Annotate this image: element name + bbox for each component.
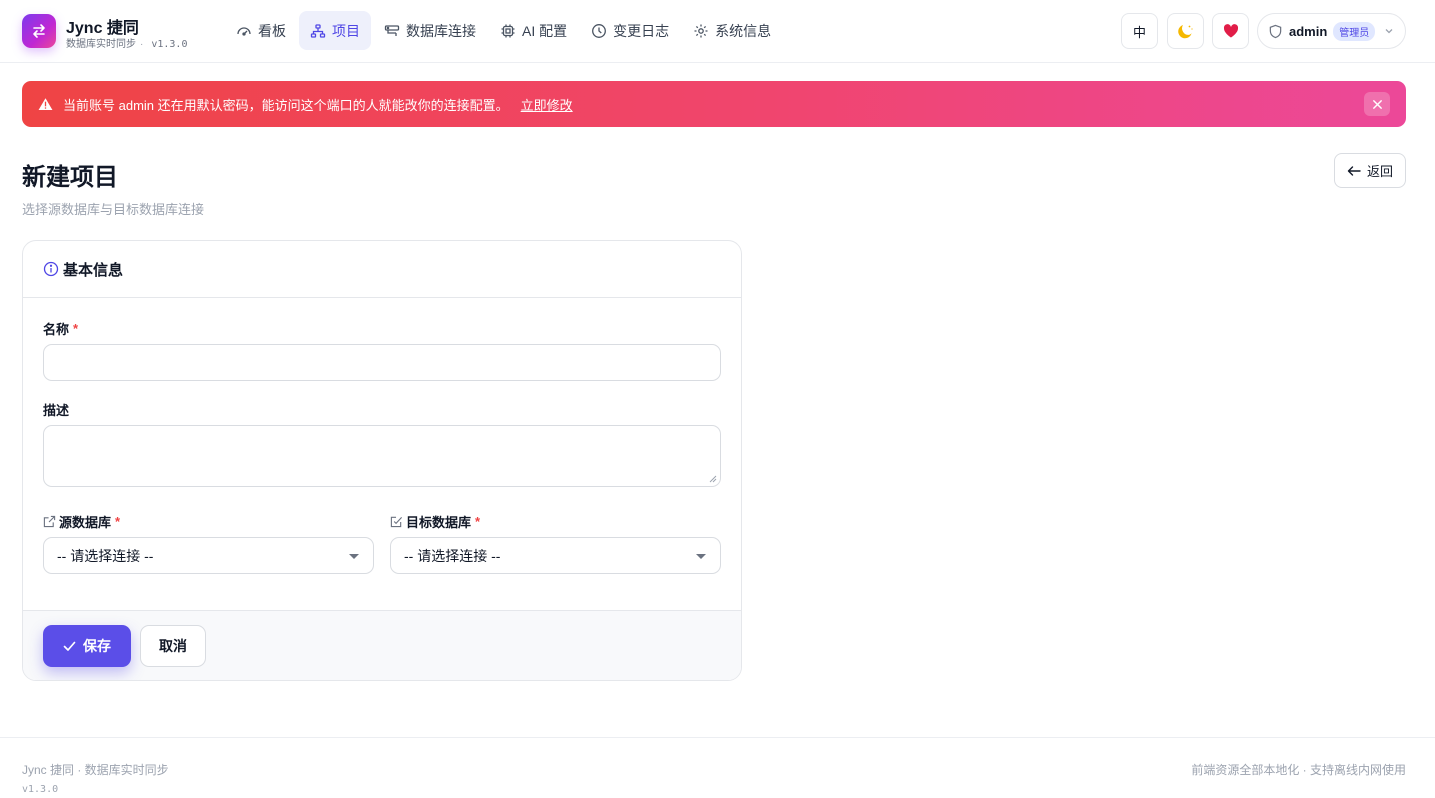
description-textarea[interactable] [43, 425, 721, 487]
page-subtitle: 选择源数据库与目标数据库连接 [22, 202, 205, 217]
swap-arrows-icon [33, 24, 45, 38]
source-label-text: 源数据库 [59, 515, 112, 530]
external-link-icon [43, 515, 56, 528]
nav-label: 数据库连接 [406, 22, 476, 39]
alert-message: 当前账号 admin 还在用默认密码，能访问这个端口的人就能改你的连接配置。 [63, 97, 509, 113]
heart-icon [1223, 24, 1238, 38]
alert-close-button[interactable] [1364, 92, 1390, 116]
nav-label: 看板 [258, 22, 286, 39]
language-label: 中 [1132, 24, 1146, 40]
target-label-text: 目标数据库 [406, 515, 472, 530]
nav-item-db-connections[interactable]: 数据库连接 [373, 11, 487, 50]
warning-icon [38, 98, 53, 110]
caret-down-icon [696, 554, 706, 559]
page-footer: Jync 捷同 · 数据库实时同步 v1.3.0 前端资源全部本地化 · 支持离… [0, 737, 1435, 798]
section-title: 基本信息 [63, 261, 124, 279]
nav-label: 变更日志 [613, 22, 670, 39]
clock-icon [592, 23, 607, 38]
donate-button[interactable] [1212, 13, 1249, 49]
cancel-button[interactable]: 取消 [140, 625, 206, 667]
back-label: 返回 [1366, 164, 1393, 179]
nav-label: AI 配置 [522, 22, 568, 39]
close-icon [1372, 99, 1382, 109]
moon-icon [1177, 25, 1193, 39]
language-toggle-button[interactable]: 中 [1121, 13, 1158, 49]
target-db-label: 目标数据库 * [390, 512, 480, 531]
role-badge: 管理员 [1333, 21, 1376, 41]
chevron-down-icon [1385, 29, 1393, 34]
default-password-alert: 当前账号 admin 还在用默认密码，能访问这个端口的人就能改你的连接配置。 立… [22, 81, 1406, 127]
required-mark: * [115, 514, 121, 529]
footer-note: 前端资源全部本地化 · 支持离线内网使用 [1191, 763, 1406, 777]
nav-item-changelog[interactable]: 变更日志 [580, 11, 680, 50]
brand-tagline: 数据库实时同步 [66, 39, 136, 50]
card-footer: 保存 取消 [23, 610, 741, 680]
brand-version: v1.3.0 [151, 39, 188, 50]
gear-icon [694, 24, 708, 37]
info-icon [43, 261, 59, 277]
arrow-left-icon [1347, 165, 1361, 176]
app-logo[interactable] [22, 14, 56, 48]
card-header: 基本信息 [23, 241, 741, 298]
top-header: Jync 捷同 数据库实时同步 · v1.3.0 看板 项目 数据库连接 AI 配置… [0, 0, 1435, 63]
nav-item-dashboard[interactable]: 看板 [225, 11, 297, 50]
name-label-text: 名称 [43, 322, 70, 337]
user-menu[interactable]: admin 管理员 [1257, 13, 1406, 49]
cancel-label: 取消 [159, 638, 187, 654]
check-icon [63, 641, 76, 651]
name-input[interactable] [43, 344, 721, 381]
database-link-icon [384, 24, 400, 36]
nav-label: 系统信息 [715, 22, 772, 39]
source-select-value: -- 请选择连接 -- [57, 547, 154, 564]
required-mark: * [475, 514, 481, 529]
nav-label: 项目 [332, 22, 360, 39]
change-password-link[interactable]: 立即修改 [521, 95, 573, 114]
footer-version: v1.3.0 [22, 784, 59, 795]
save-button[interactable]: 保存 [43, 625, 131, 667]
back-button[interactable]: 返回 [1334, 153, 1406, 188]
brand-subtitle: 数据库实时同步 · v1.3.0 [66, 35, 187, 50]
sitemap-icon [310, 23, 326, 38]
chip-icon [501, 24, 515, 37]
shield-icon [1269, 24, 1282, 38]
description-label: 描述 [43, 400, 69, 419]
description-label-text: 描述 [43, 403, 70, 418]
name-label: 名称 * [43, 319, 78, 338]
caret-down-icon [349, 554, 359, 559]
footer-brand: Jync 捷同 · 数据库实时同步 [22, 763, 169, 777]
edit-check-icon [390, 516, 403, 528]
project-form-card: 基本信息 名称 * 描述 源数据库 * 目标数据库 * -- 请选择连接 -- -- … [22, 240, 742, 681]
page-title: 新建项目 [22, 164, 118, 191]
main-nav: 看板 项目 数据库连接 AI 配置 变更日志 系统信息 [225, 11, 784, 50]
nav-item-projects[interactable]: 项目 [299, 11, 371, 50]
source-db-select[interactable]: -- 请选择连接 -- [43, 537, 374, 574]
brand-separator: · [140, 39, 144, 50]
resize-grip-icon[interactable] [709, 475, 717, 483]
save-label: 保存 [83, 638, 111, 654]
user-name: admin [1289, 23, 1328, 39]
theme-toggle-button[interactable] [1167, 13, 1204, 49]
required-mark: * [73, 321, 79, 336]
target-db-select[interactable]: -- 请选择连接 -- [390, 537, 721, 574]
nav-item-ai-config[interactable]: AI 配置 [489, 11, 578, 50]
nav-item-system-info[interactable]: 系统信息 [682, 11, 782, 50]
source-db-label: 源数据库 * [43, 512, 120, 531]
dashboard-icon [237, 26, 251, 36]
target-select-value: -- 请选择连接 -- [404, 547, 501, 564]
